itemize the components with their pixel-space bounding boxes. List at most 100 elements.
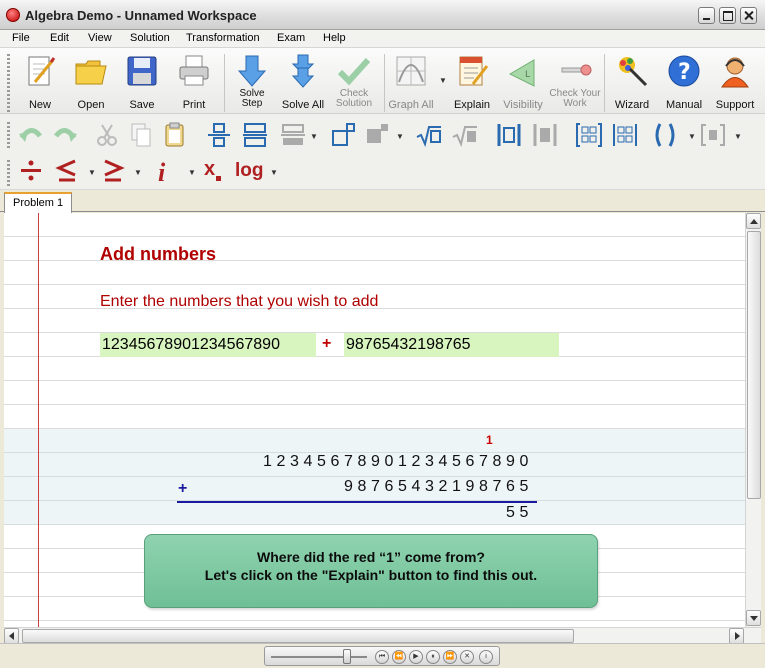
explain-document-icon <box>459 56 489 86</box>
svg-text:L: L <box>525 70 530 80</box>
horizontal-scroll-thumb[interactable] <box>22 629 574 643</box>
support-label: Support <box>715 99 755 111</box>
graph-icon <box>396 56 426 86</box>
play-button[interactable]: ▶ <box>409 650 423 664</box>
close-button[interactable] <box>740 7 757 24</box>
fast-forward-button[interactable]: ⏩ <box>443 650 457 664</box>
nth-root-icon[interactable] <box>452 122 478 148</box>
absolute-value-icon[interactable] <box>496 122 522 148</box>
fraction-icon[interactable] <box>206 122 232 148</box>
copy-icon[interactable] <box>128 122 154 148</box>
menu-help[interactable]: Help <box>323 32 346 44</box>
tab-problem-1[interactable]: Problem 1 <box>4 192 72 213</box>
imaginary-dropdown-icon[interactable]: ▼ <box>188 168 196 177</box>
menu-bar: File Edit View Solution Transformation E… <box>0 30 765 48</box>
menu-exam[interactable]: Exam <box>277 32 305 44</box>
number-b-input[interactable]: 98765432198765 <box>344 333 559 357</box>
support-button[interactable]: Support <box>709 52 761 112</box>
playback-slider-handle[interactable] <box>343 649 351 664</box>
operator-toolbar: ▼ ▼ i ▼ x log ▼ <box>0 156 765 190</box>
toolbar-grip[interactable] <box>7 160 10 186</box>
printer-icon <box>179 55 209 86</box>
check-solution-button[interactable]: Check Solution <box>328 52 380 112</box>
visibility-button[interactable]: L Visibility <box>497 52 549 112</box>
square-root-icon[interactable] <box>416 122 442 148</box>
mixed-fraction-icon[interactable] <box>280 122 306 148</box>
matrix-icon[interactable] <box>576 122 602 148</box>
cut-icon[interactable] <box>94 122 120 148</box>
graph-all-button[interactable]: Graph All <box>385 52 437 112</box>
divide-icon[interactable] <box>18 158 44 184</box>
greater-equal-dropdown-icon[interactable]: ▼ <box>134 168 142 177</box>
sum-line <box>177 501 537 503</box>
solve-all-button[interactable]: Solve All <box>277 52 329 112</box>
column-plus-sign: + <box>178 480 188 497</box>
menu-solution[interactable]: Solution <box>130 32 170 44</box>
new-button[interactable]: New <box>14 52 66 112</box>
vertical-scrollbar[interactable] <box>745 213 761 627</box>
playback-control: ⏮ ⏪ ▶ ⏸ ⏩ ✕ i <box>264 646 500 666</box>
stacked-fraction-icon[interactable] <box>242 122 268 148</box>
redo-icon[interactable] <box>52 122 78 148</box>
save-button[interactable]: Save <box>116 52 168 112</box>
menu-view[interactable]: View <box>88 32 112 44</box>
close-icon <box>741 8 756 23</box>
stop-icon: ✕ <box>464 653 470 660</box>
subscript-button[interactable]: x <box>204 158 222 181</box>
log-button[interactable]: log <box>235 160 264 182</box>
rewind-button[interactable]: ⏪ <box>392 650 406 664</box>
callout-line-2: Let's click on the "Explain" button to f… <box>204 567 538 583</box>
greater-equal-icon[interactable] <box>100 158 126 184</box>
maximize-icon <box>720 8 735 23</box>
fraction-dropdown-icon[interactable]: ▼ <box>310 132 318 141</box>
menu-edit[interactable]: Edit <box>50 32 69 44</box>
toolbar-grip[interactable] <box>7 122 10 150</box>
manual-button[interactable]: ? Manual <box>658 52 710 112</box>
absolute-value-filled-icon[interactable] <box>532 122 558 148</box>
math-toolbar: ▼ ▼ ▼ ▼ <box>0 114 765 156</box>
parentheses-dropdown-icon[interactable]: ▼ <box>688 132 696 141</box>
log-dropdown-icon[interactable]: ▼ <box>270 168 278 177</box>
open-button[interactable]: Open <box>65 52 117 112</box>
determinant-icon[interactable] <box>612 122 638 148</box>
exponent-icon[interactable] <box>330 122 356 148</box>
window-title: Algebra Demo - Unnamed Workspace <box>25 8 257 23</box>
scroll-right-button[interactable] <box>729 628 744 644</box>
vertical-scroll-thumb[interactable] <box>747 231 761 499</box>
visibility-triangle-icon: L <box>508 59 535 87</box>
check-work-button[interactable]: Check Your Work <box>549 52 601 112</box>
pause-button[interactable]: ⏸ <box>426 650 440 664</box>
carry-digit: 1 <box>486 433 493 447</box>
help-question-icon: ? <box>668 55 700 87</box>
print-button[interactable]: Print <box>168 52 220 112</box>
number-a-input[interactable]: 12345678901234567890 <box>100 333 316 357</box>
subscript-box-icon[interactable] <box>364 122 390 148</box>
solve-step-button[interactable]: Solve Step <box>226 52 278 112</box>
problem-workspace[interactable]: Add numbers Enter the numbers that you w… <box>4 213 745 627</box>
imaginary-unit-button[interactable]: i <box>158 158 165 188</box>
stop-button[interactable]: ✕ <box>460 650 474 664</box>
undo-icon[interactable] <box>18 122 44 148</box>
wizard-button[interactable]: Wizard <box>606 52 658 112</box>
less-equal-icon[interactable] <box>54 158 80 184</box>
less-equal-dropdown-icon[interactable]: ▼ <box>88 168 96 177</box>
scroll-up-button[interactable] <box>746 213 761 229</box>
status-bar: ⏮ ⏪ ▶ ⏸ ⏩ ✕ i <box>0 643 765 668</box>
paste-icon[interactable] <box>162 122 188 148</box>
arrow-up-icon <box>750 219 758 224</box>
menu-transformation[interactable]: Transformation <box>186 32 260 44</box>
skip-start-button[interactable]: ⏮ <box>375 650 389 664</box>
brackets-icon[interactable] <box>700 122 726 148</box>
minimize-button[interactable] <box>698 7 715 24</box>
scroll-down-button[interactable] <box>746 610 761 626</box>
menu-file[interactable]: File <box>12 32 30 44</box>
brackets-dropdown-icon[interactable]: ▼ <box>734 132 742 141</box>
arrow-left-icon <box>9 632 14 640</box>
explain-button[interactable]: Explain <box>446 52 498 112</box>
parentheses-icon[interactable] <box>652 122 678 148</box>
info-button[interactable]: i <box>479 650 493 664</box>
horizontal-scrollbar[interactable] <box>4 627 761 644</box>
exponent-dropdown-icon[interactable]: ▼ <box>396 132 404 141</box>
scroll-left-button[interactable] <box>4 628 19 644</box>
maximize-button[interactable] <box>719 7 736 24</box>
